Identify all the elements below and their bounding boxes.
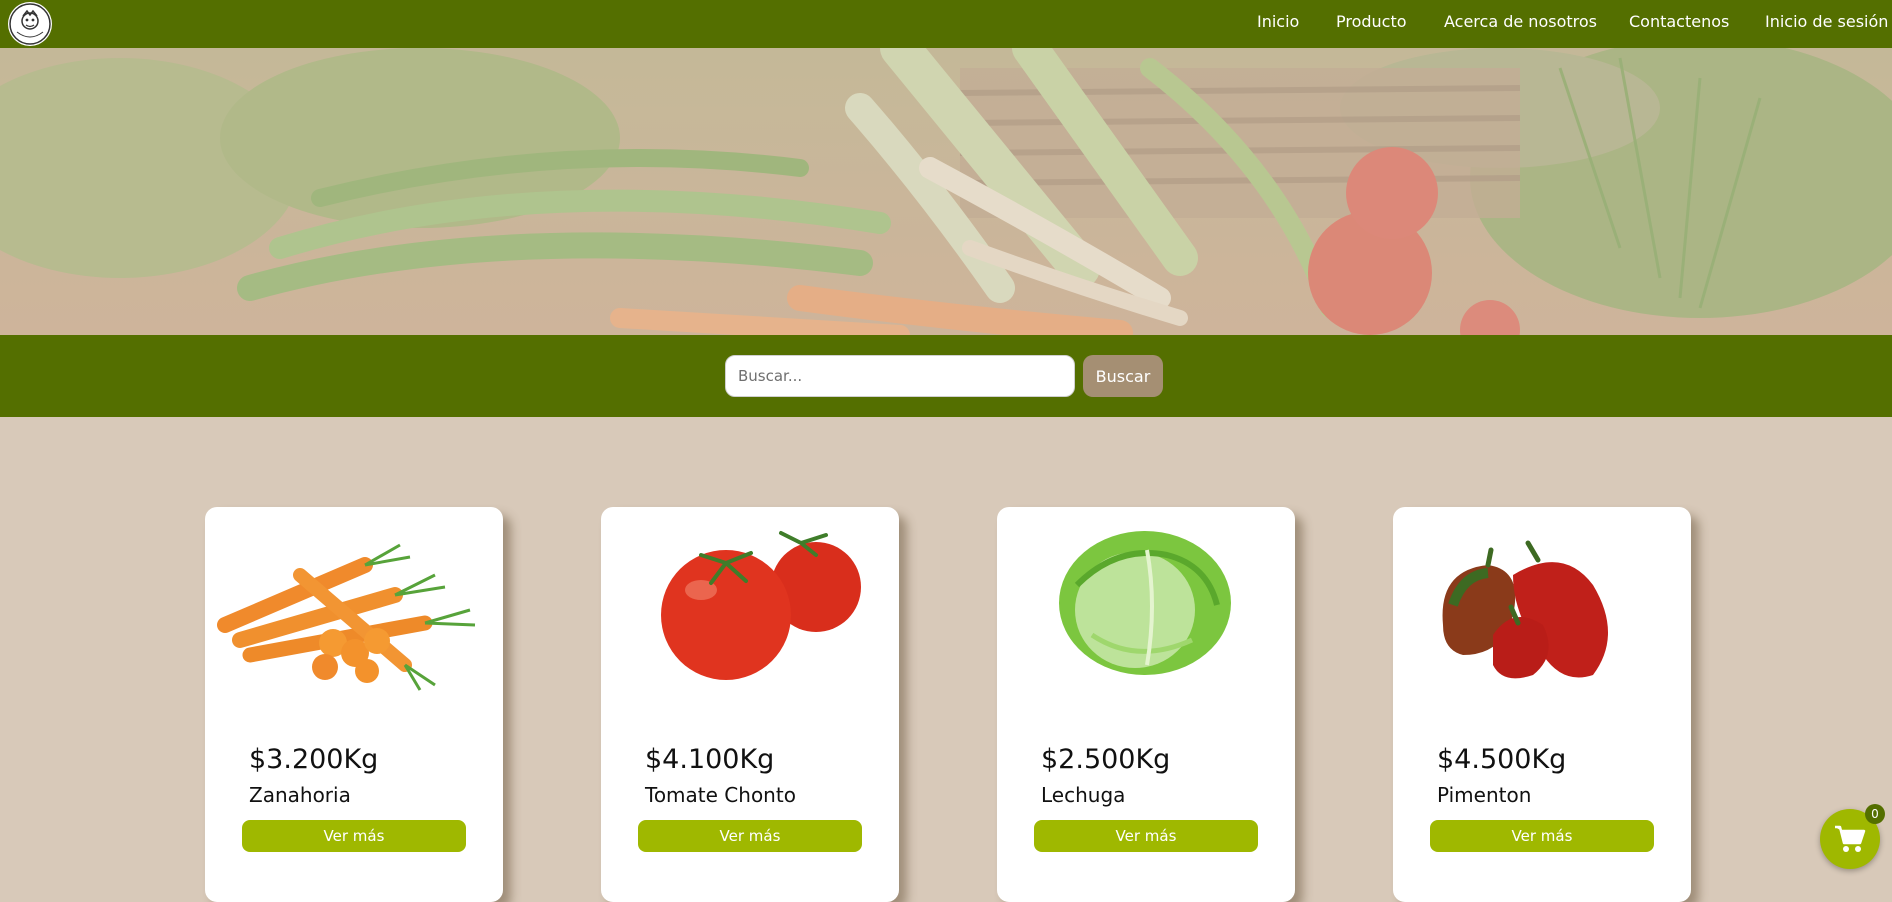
product-price: $4.500Kg: [1437, 744, 1567, 775]
cart-count-badge: 0: [1865, 804, 1885, 824]
tomato-image: [661, 531, 861, 680]
ver-mas-button[interactable]: Ver más: [1430, 820, 1654, 852]
agroshop-logo[interactable]: [8, 2, 52, 46]
lettuce-image: [1059, 531, 1231, 675]
search-button[interactable]: Buscar: [1083, 355, 1163, 397]
cart-icon: [1835, 825, 1866, 852]
ver-mas-button[interactable]: Ver más: [1034, 820, 1258, 852]
product-name: Zanahoria: [249, 783, 351, 807]
nav-inicio-de-sesion[interactable]: Inicio de sesión: [1765, 12, 1888, 32]
product-name: Tomate Chonto: [645, 783, 796, 807]
nav-contactenos[interactable]: Contactenos: [1629, 12, 1729, 32]
nav-producto[interactable]: Producto: [1336, 12, 1407, 32]
navbar: Inicio Producto Acerca de nosotros Conta…: [0, 0, 1892, 48]
search-input[interactable]: [725, 355, 1075, 397]
product-card-zanahoria: $3.200Kg Zanahoria Ver más: [205, 507, 503, 902]
ver-mas-button[interactable]: Ver más: [242, 820, 466, 852]
search-band: Buscar: [0, 335, 1892, 417]
product-card-tomate-chonto: $4.100Kg Tomate Chonto Ver más: [601, 507, 899, 902]
nav-inicio[interactable]: Inicio: [1257, 12, 1299, 32]
product-price: $4.100Kg: [645, 744, 775, 775]
product-name: Pimenton: [1437, 783, 1532, 807]
hero-banner: [0, 48, 1892, 335]
carrot-image: [217, 543, 476, 691]
pepper-image: [1442, 540, 1608, 679]
vegetables-banner-image: [0, 48, 1892, 335]
product-card-pimenton: $4.500Kg Pimenton Ver más: [1393, 507, 1691, 902]
product-name: Lechuga: [1041, 783, 1126, 807]
product-price: $2.500Kg: [1041, 744, 1171, 775]
nav-acerca-de-nosotros[interactable]: Acerca de nosotros: [1444, 12, 1597, 32]
product-price: $3.200Kg: [249, 744, 379, 775]
product-card-lechuga: $2.500Kg Lechuga Ver más: [997, 507, 1295, 902]
ver-mas-button[interactable]: Ver más: [638, 820, 862, 852]
